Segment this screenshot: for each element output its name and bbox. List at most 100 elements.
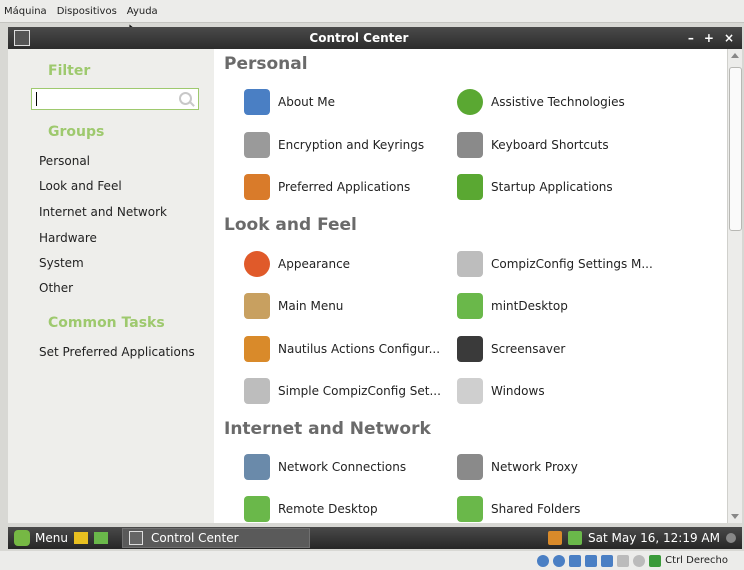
window-titlebar[interactable]: Control Center – + × xyxy=(8,27,742,49)
group-look-and-feel[interactable]: Look and Feel xyxy=(39,179,122,193)
startup-icon xyxy=(457,174,483,200)
item-windows[interactable]: Windows xyxy=(457,378,545,404)
remote-desktop-icon xyxy=(244,496,270,522)
item-label: Shared Folders xyxy=(491,502,581,516)
menu-help[interactable]: Ayuda xyxy=(127,6,158,17)
screensaver-icon xyxy=(457,336,483,362)
menu-devices[interactable]: Dispositivos xyxy=(57,6,117,17)
group-internet-and-network[interactable]: Internet and Network xyxy=(39,205,167,219)
section-title-look-and-feel: Look and Feel xyxy=(224,215,357,235)
sidebar: Filter Groups Personal Look and Feel Int… xyxy=(8,49,215,523)
hard-disk-icon[interactable] xyxy=(537,554,550,567)
scroll-up-icon[interactable] xyxy=(731,53,739,58)
search-icon xyxy=(179,92,192,105)
item-label: Encryption and Keyrings xyxy=(278,138,425,152)
usb-icon[interactable] xyxy=(569,554,582,567)
minimize-button[interactable]: – xyxy=(688,31,694,45)
item-appearance[interactable]: Appearance xyxy=(244,251,350,277)
item-network-connections[interactable]: Network Connections xyxy=(244,454,406,480)
quick-launch-editor-icon[interactable] xyxy=(73,532,88,544)
taskbar-item-control-center[interactable]: Control Center xyxy=(121,528,310,548)
task-set-preferred-applications[interactable]: Set Preferred Applications xyxy=(39,345,195,359)
item-assistive-technologies[interactable]: Assistive Technologies xyxy=(457,89,625,115)
item-label: Preferred Applications xyxy=(278,180,411,194)
item-network-proxy[interactable]: Network Proxy xyxy=(457,454,578,480)
network-icon xyxy=(244,454,270,480)
vbox-statusbar: Ctrl Derecho xyxy=(0,551,744,570)
host-key-label: Ctrl Derecho xyxy=(665,555,728,566)
section-title-internet-and-network: Internet and Network xyxy=(224,419,431,439)
item-label: Nautilus Actions Configur... xyxy=(278,342,441,356)
item-remote-desktop[interactable]: Remote Desktop xyxy=(244,496,378,522)
group-other[interactable]: Other xyxy=(39,281,73,295)
item-nautilus-actions[interactable]: Nautilus Actions Configur... xyxy=(244,336,440,362)
maximize-button[interactable]: + xyxy=(704,31,714,45)
window-icon xyxy=(128,531,143,545)
item-keyboard-shortcuts[interactable]: Keyboard Shortcuts xyxy=(457,132,609,158)
section-title-personal: Personal xyxy=(224,54,308,74)
compiz-icon xyxy=(457,251,483,277)
virtualization-icon[interactable] xyxy=(649,554,662,567)
volume-icon[interactable] xyxy=(726,533,736,543)
item-label: Remote Desktop xyxy=(278,502,378,516)
menu-machine[interactable]: Máquina xyxy=(4,6,47,17)
item-shared-folders[interactable]: Shared Folders xyxy=(457,496,580,522)
display-icon[interactable] xyxy=(617,554,630,567)
content-scrollbar[interactable] xyxy=(727,49,742,523)
accessibility-icon xyxy=(457,89,483,115)
main-menu-icon xyxy=(244,293,270,319)
item-label: Simple CompizConfig Set... xyxy=(278,384,441,398)
mintdesktop-icon xyxy=(457,293,483,319)
item-mintdesktop[interactable]: mintDesktop xyxy=(457,293,568,319)
common-tasks-heading: Common Tasks xyxy=(48,315,165,331)
shared-folders-icon xyxy=(457,496,483,522)
item-label: Assistive Technologies xyxy=(491,95,625,109)
search-input[interactable] xyxy=(31,88,199,110)
item-preferred-applications[interactable]: Preferred Applications xyxy=(244,174,410,200)
window-icon[interactable] xyxy=(14,30,30,46)
bottom-panel: Menu Control Center Sat May 16, 12:19 AM xyxy=(8,527,742,549)
simple-compiz-icon xyxy=(244,378,270,404)
item-encryption-keyrings[interactable]: Encryption and Keyrings xyxy=(244,132,424,158)
group-system[interactable]: System xyxy=(39,256,84,270)
item-label: About Me xyxy=(278,95,336,109)
item-screensaver[interactable]: Screensaver xyxy=(457,336,565,362)
item-simple-compizconfig[interactable]: Simple CompizConfig Set... xyxy=(244,378,441,404)
item-compizconfig[interactable]: CompizConfig Settings M... xyxy=(457,251,653,277)
item-label: CompizConfig Settings M... xyxy=(491,257,653,271)
scroll-down-icon[interactable] xyxy=(731,514,739,519)
menu-label: Menu xyxy=(35,531,68,545)
network-adapter-icon[interactable] xyxy=(585,554,598,567)
mint-logo-icon xyxy=(14,530,30,546)
item-about-me[interactable]: About Me xyxy=(244,89,335,115)
item-main-menu[interactable]: Main Menu xyxy=(244,293,343,319)
menu-button[interactable]: Menu xyxy=(14,530,68,546)
groups-heading: Groups xyxy=(48,124,105,140)
network-tray-icon[interactable] xyxy=(568,531,583,545)
item-label: Network Connections xyxy=(278,460,407,474)
shared-folder-status-icon[interactable] xyxy=(601,554,614,567)
item-label: Appearance xyxy=(278,257,351,271)
control-center-content: Personal About Me Assistive Technologies… xyxy=(214,49,727,523)
proxy-icon xyxy=(457,454,483,480)
item-label: Keyboard Shortcuts xyxy=(491,138,609,152)
mouse-integration-icon[interactable] xyxy=(633,554,646,567)
quick-launch-terminal-icon[interactable] xyxy=(93,532,108,544)
group-personal[interactable]: Personal xyxy=(39,154,90,168)
close-button[interactable]: × xyxy=(724,31,734,45)
item-label: Startup Applications xyxy=(491,180,613,194)
update-manager-icon[interactable] xyxy=(548,531,563,545)
item-label: mintDesktop xyxy=(491,299,568,313)
clock[interactable]: Sat May 16, 12:19 AM xyxy=(588,531,720,545)
item-startup-applications[interactable]: Startup Applications xyxy=(457,174,613,200)
scroll-thumb[interactable] xyxy=(729,67,742,231)
item-label: Windows xyxy=(491,384,545,398)
preferred-apps-icon xyxy=(244,174,270,200)
group-hardware[interactable]: Hardware xyxy=(39,231,97,245)
vbox-menubar: Máquina Dispositivos Ayuda xyxy=(0,0,744,23)
about-me-icon xyxy=(244,89,270,115)
optical-drive-icon[interactable] xyxy=(553,554,566,567)
window-title: Control Center xyxy=(309,31,409,45)
text-caret xyxy=(36,92,37,106)
nautilus-actions-icon xyxy=(244,336,270,362)
